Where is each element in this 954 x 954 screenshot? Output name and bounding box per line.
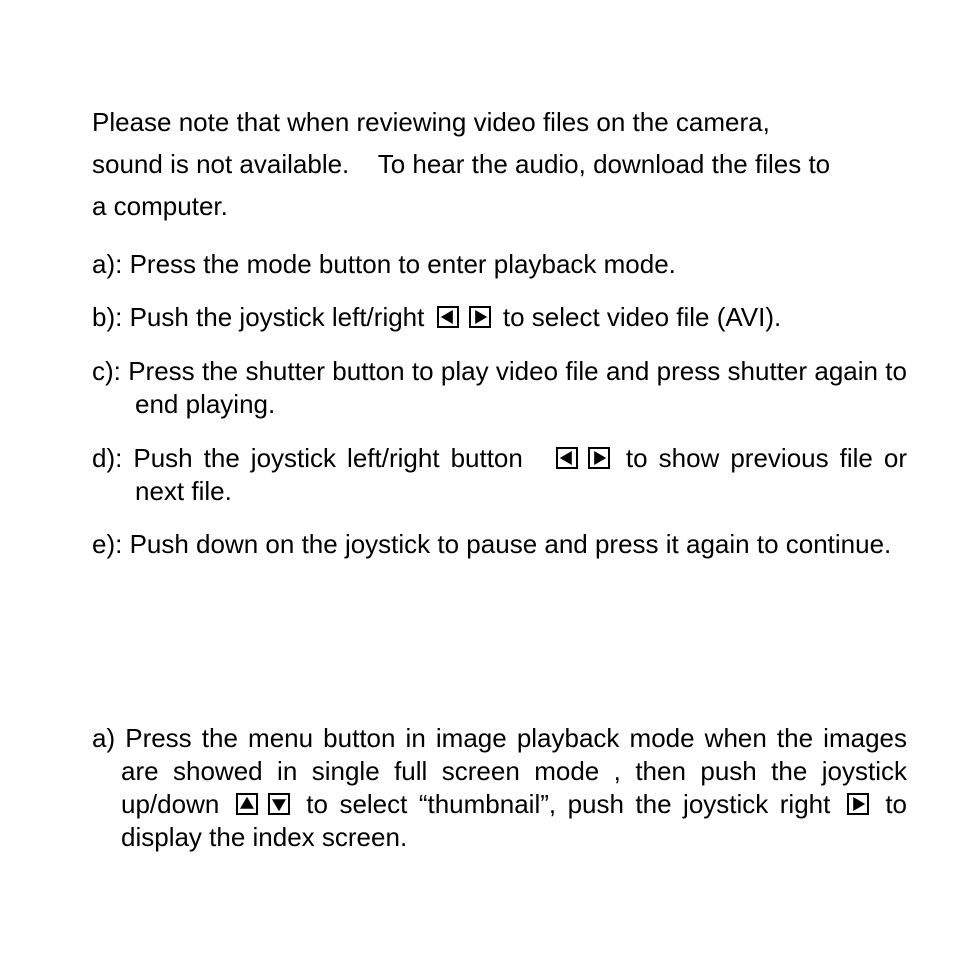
step-text: b): Push the joystick left/right [92,302,425,332]
joystick-left-icon [436,306,459,328]
joystick-right-icon [846,793,869,815]
video-step-e: e): Push down on the joystick to pause a… [92,529,892,559]
joystick-down-icon [267,793,290,815]
intro-line: a computer. [92,191,228,221]
joystick-up-icon [235,793,258,815]
video-step-d: d): Push the joystick left/right button … [92,442,907,508]
joystick-right-icon [587,447,610,469]
intro-note: Please note that when reviewing video fi… [92,101,907,227]
step-text: to select video file (AVI). [502,302,782,332]
step-text: d): Push the joystick left/right button [92,443,523,473]
step-text: to select “thumbnail”, push the joystick… [306,789,831,819]
joystick-right-icon [468,306,491,328]
video-step-a: a): Press the mode button to enter playb… [92,249,676,279]
joystick-left-icon [555,447,578,469]
video-step-c: c): Press the shutter button to play vid… [92,356,907,419]
thumbnail-step-a: a) Press the menu button in image playba… [92,722,907,854]
intro-line: Please note that when reviewing video fi… [92,107,770,137]
video-step-b: b): Push the joystick left/right to sele… [92,301,907,334]
intro-line: sound is not available. To hear the audi… [92,149,831,179]
